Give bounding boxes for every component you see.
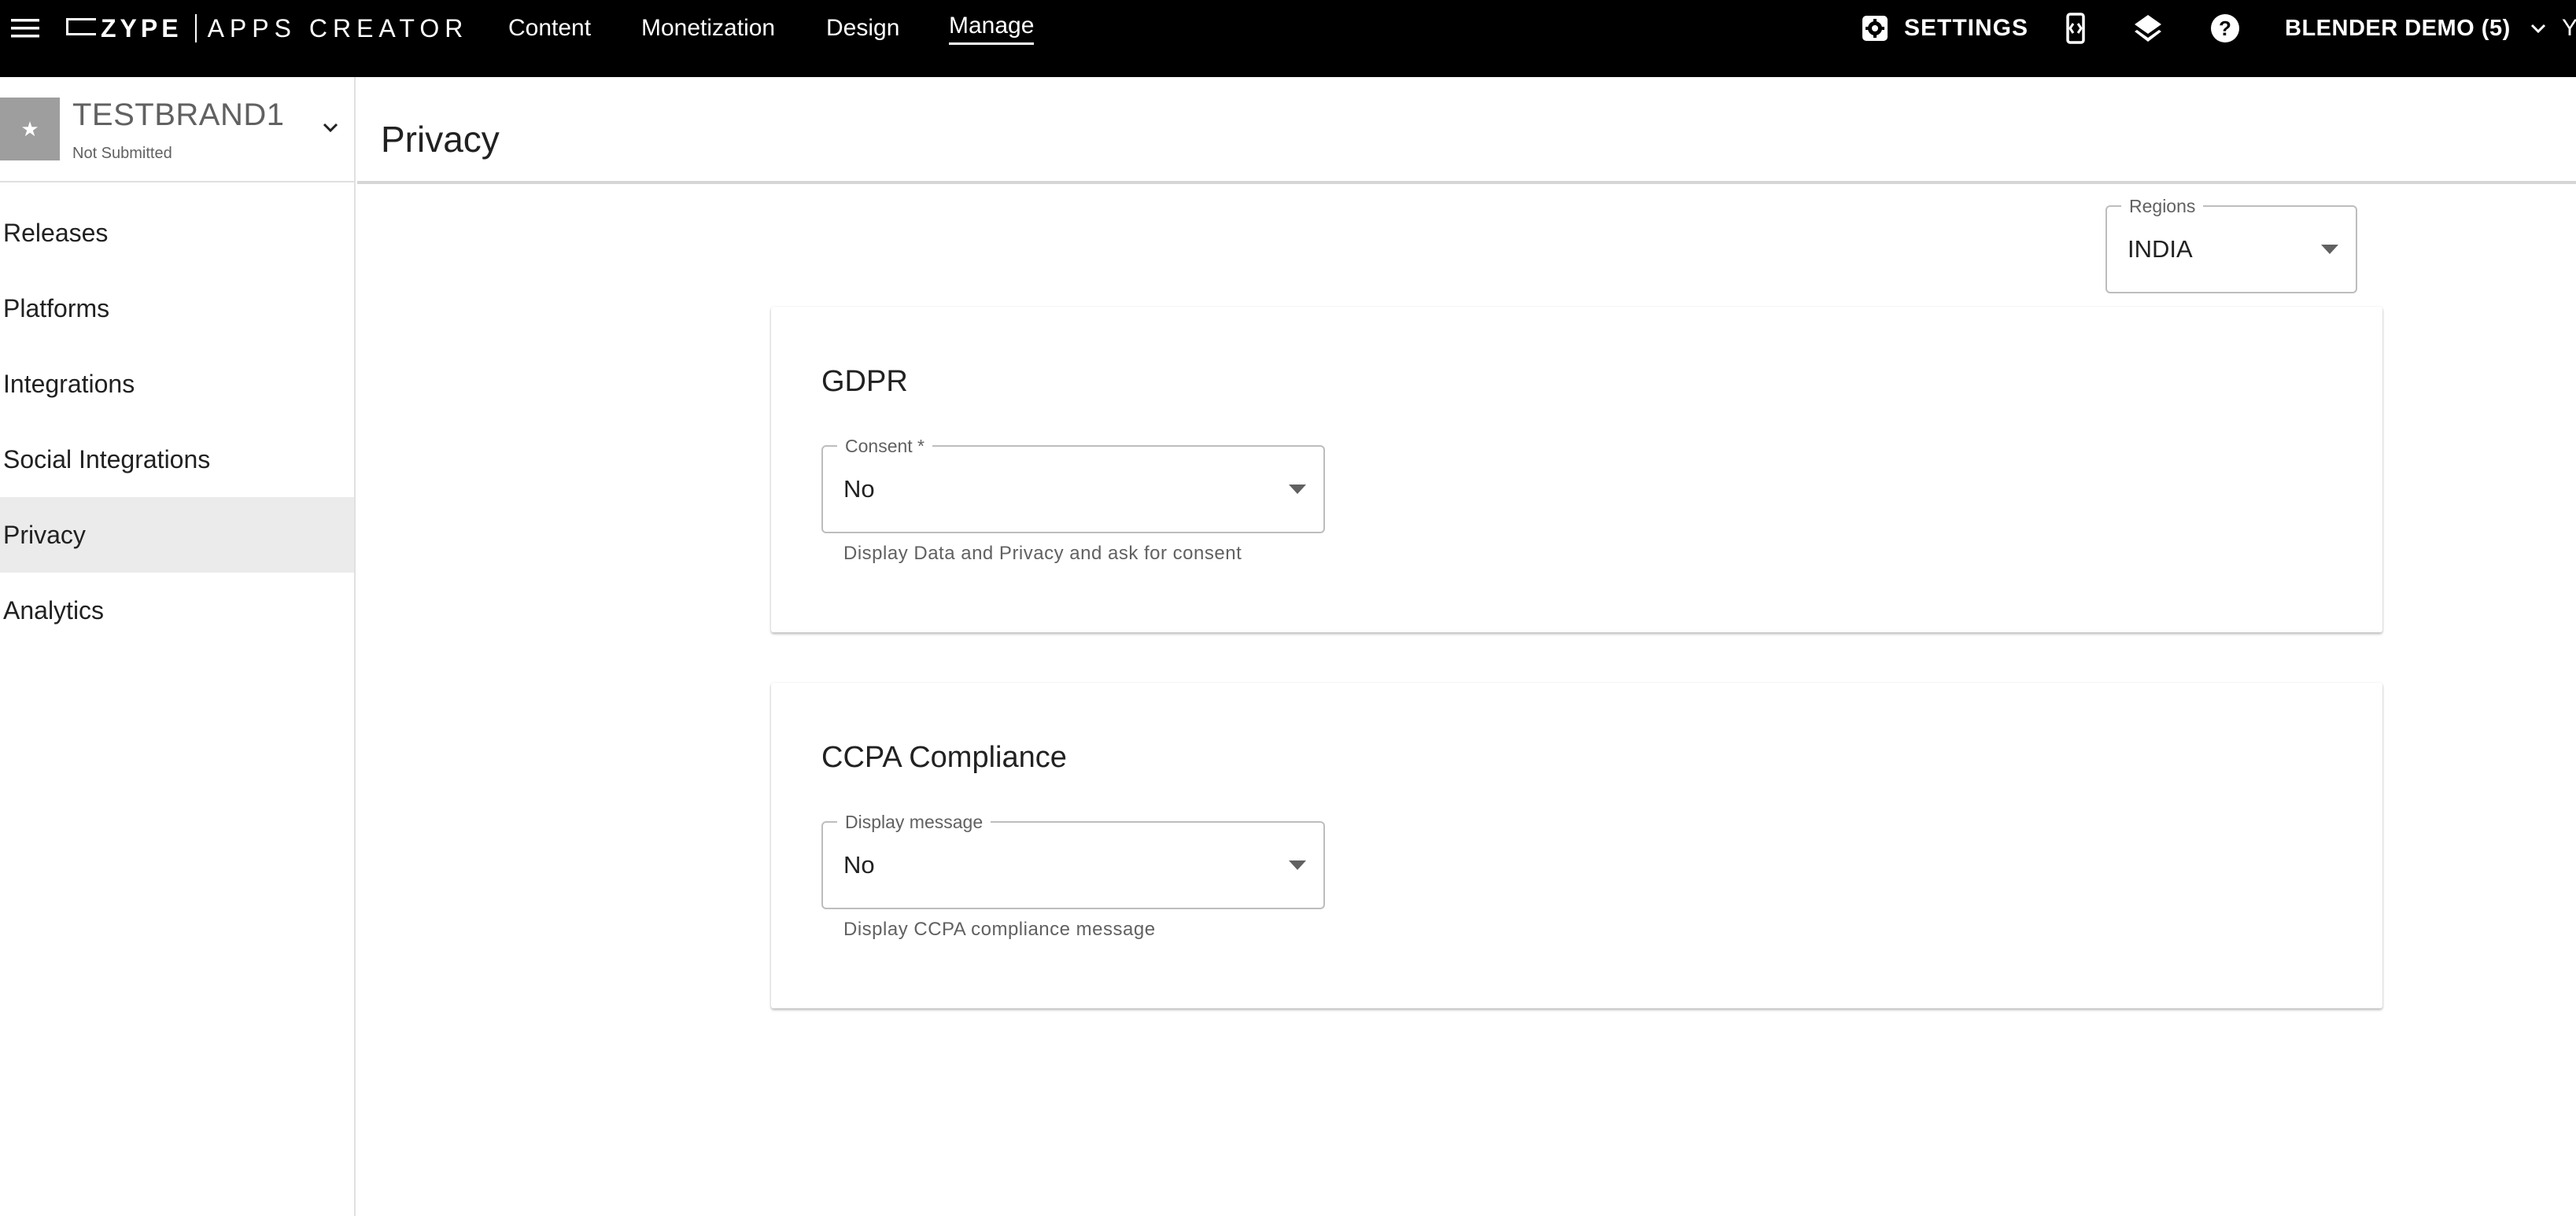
sidebar-item-social-integrations[interactable]: Social Integrations [0,422,354,497]
ccpa-helper-text: Display CCPA compliance message [843,919,1156,940]
nav-manage-label: Manage [949,13,1035,45]
sidebar-item-label: Releases [3,218,109,247]
sidebar-item-analytics[interactable]: Analytics [0,573,354,648]
logo-product-text: APPS CREATOR [207,13,469,42]
nav-monetization[interactable]: Monetization [641,0,775,57]
nav-design-label: Design [826,15,900,41]
nav-design[interactable]: Design [826,0,899,57]
chevron-down-icon [2530,24,2545,34]
ccpa-display-message-value: No [843,851,875,879]
dropdown-arrow-icon [2321,245,2338,254]
settings-button[interactable]: SETTINGS [1860,0,2028,57]
help-icon[interactable]: ? [2209,0,2241,57]
dropdown-arrow-icon [1289,860,1306,870]
gdpr-title: GDPR [821,365,908,398]
sidebar-item-integrations[interactable]: Integrations [0,346,354,422]
page-title: Privacy [381,119,500,160]
logo-divider [194,14,197,42]
sidebar: ★ TESTBRAND1 Not Submitted Releases Plat… [0,77,356,1216]
sidebar-item-releases[interactable]: Releases [0,195,354,271]
layers-icon[interactable] [2132,0,2164,57]
gdpr-consent-select[interactable]: Consent * No [821,436,1325,533]
sidebar-item-privacy[interactable]: Privacy [0,497,354,573]
svg-text:?: ? [2219,17,2231,40]
nav-monetization-label: Monetization [641,15,776,41]
brand-thumbnail: ★ [0,98,60,160]
brand-name: TESTBRAND1 [72,98,285,132]
sidebar-item-label: Privacy [3,520,86,549]
ccpa-title: CCPA Compliance [821,741,1067,774]
page-header: Privacy [357,77,2576,184]
sidebar-item-label: Social Integrations [3,444,211,474]
regions-value: INDIA [2128,235,2193,263]
regions-select[interactable]: Regions INDIA [2105,196,2357,293]
truncated-topbar-text: Y [2562,0,2576,57]
gdpr-consent-value: No [843,475,875,503]
top-navigation-bar: ZYPE APPS CREATOR Content Monetization D… [0,0,2576,77]
ccpa-card: CCPA Compliance Display message No Displ… [771,683,2382,1008]
logo-brand-text: ZYPE [101,13,183,42]
brand-status: Not Submitted [72,145,172,162]
settings-label: SETTINGS [1904,15,2029,41]
nav-manage[interactable]: Manage [949,0,1035,57]
dropdown-arrow-icon [1289,485,1306,494]
brand-switcher[interactable]: ★ TESTBRAND1 Not Submitted [0,77,356,182]
nav-content-label: Content [508,15,592,41]
sidebar-item-label: Analytics [3,595,105,625]
gdpr-helper-text: Display Data and Privacy and ask for con… [843,543,1242,564]
hamburger-menu-icon[interactable] [9,0,44,57]
device-preview-icon[interactable] [2061,0,2090,57]
sidebar-item-label: Platforms [3,293,110,322]
app-logo[interactable]: ZYPE APPS CREATOR [66,0,468,57]
gear-icon [1862,16,1888,41]
sidebar-item-label: Integrations [3,369,135,398]
nav-content[interactable]: Content [508,0,591,57]
ccpa-display-message-select[interactable]: Display message No [821,812,1325,909]
sidebar-item-platforms[interactable]: Platforms [0,271,354,346]
star-icon: ★ [20,116,39,141]
gdpr-card: GDPR Consent * No Display Data and Priva… [771,307,2382,632]
chevron-down-icon[interactable] [319,116,341,138]
truncated-topbar-letter: Y [2562,15,2576,41]
account-menu[interactable]: BLENDER DEMO (5) [2285,0,2548,57]
account-label: BLENDER DEMO (5) [2285,15,2511,41]
logo-mark-icon [66,18,96,35]
